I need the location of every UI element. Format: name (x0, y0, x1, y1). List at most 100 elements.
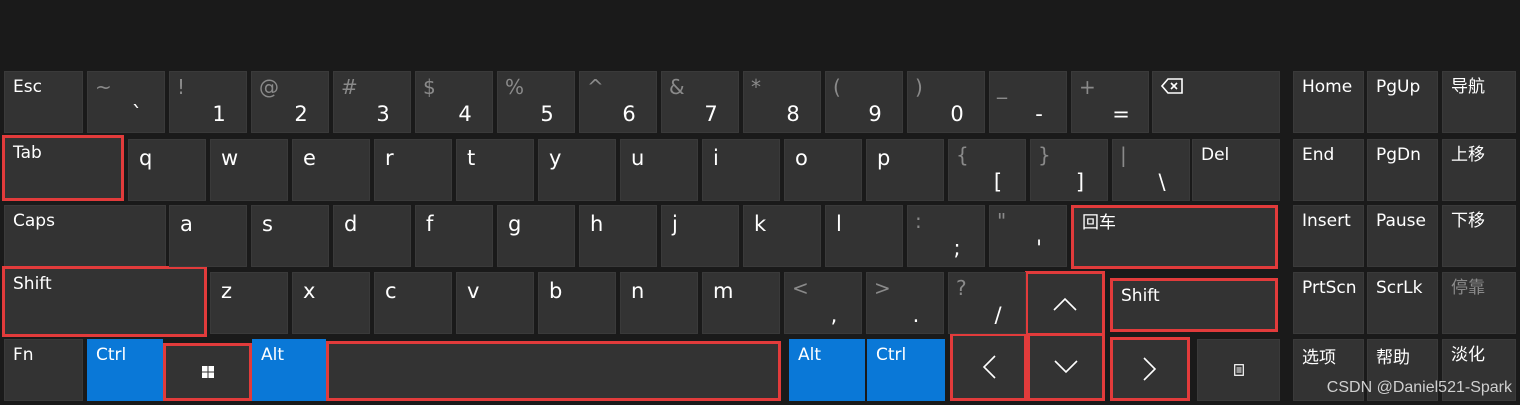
number-row-key[interactable]: _ - (989, 71, 1067, 133)
letter-key-l[interactable]: l (825, 205, 903, 267)
pause-key[interactable]: Pause (1367, 205, 1438, 267)
arrow-up-key[interactable] (1025, 271, 1105, 337)
letter-key-j[interactable]: j (661, 205, 739, 267)
arrow-left-glyph (953, 355, 1024, 379)
letter-key-c[interactable]: c (374, 272, 452, 334)
punctuation-key[interactable]: :; (907, 205, 985, 267)
key-shift-symbol: + (1079, 75, 1096, 99)
number-row-key[interactable]: ^ 6 (579, 71, 657, 133)
right-alt-key[interactable]: Alt (789, 339, 865, 401)
arrow-down-key[interactable] (1027, 333, 1105, 401)
scrlk-key[interactable]: ScrLk (1367, 272, 1438, 334)
tab-key-label: Tab (13, 143, 42, 163)
pgup-key-label: PgUp (1376, 77, 1421, 97)
nav-key[interactable]: 导航 (1442, 71, 1516, 133)
number-row-key[interactable]: + = (1071, 71, 1149, 133)
punctuation-key[interactable]: {[ (948, 139, 1026, 201)
insert-key[interactable]: Insert (1293, 205, 1364, 267)
letter-key-y[interactable]: y (538, 139, 616, 201)
windows-key[interactable] (163, 343, 252, 401)
punctuation-key[interactable]: }] (1030, 139, 1108, 201)
number-row-key[interactable]: @2 (251, 71, 329, 133)
letter-key-u[interactable]: u (620, 139, 698, 201)
key-letter: c (385, 279, 397, 303)
number-row-key[interactable]: ! 1 (169, 71, 247, 133)
key-shift-symbol: _ (997, 75, 1007, 99)
move-down-key[interactable]: 下移 (1442, 205, 1516, 267)
fn-key[interactable]: Fn (4, 339, 83, 401)
number-row-key[interactable]: ) 0 (907, 71, 985, 133)
number-row-key[interactable]: ~ ` (87, 71, 165, 133)
key-main-symbol: \ (1158, 170, 1166, 194)
left-ctrl-key[interactable]: Ctrl (87, 339, 163, 401)
key-letter: e (303, 146, 316, 170)
arrow-left-key[interactable] (950, 333, 1027, 401)
arrow-right-icon (1143, 357, 1157, 381)
letter-key-a[interactable]: a (169, 205, 247, 267)
letter-key-w[interactable]: w (210, 139, 288, 201)
move-up-key[interactable]: 上移 (1442, 139, 1516, 201)
letter-key-h[interactable]: h (579, 205, 657, 267)
esc-key[interactable]: Esc (4, 71, 83, 133)
key-letter: k (754, 212, 767, 236)
right-ctrl-key[interactable]: Ctrl (867, 339, 945, 401)
key-shift-symbol: @ (259, 75, 279, 99)
left-shift-key[interactable]: Shift (2, 266, 207, 337)
letter-key-f[interactable]: f (415, 205, 493, 267)
number-row-key[interactable]: % 5 (497, 71, 575, 133)
letter-key-x[interactable]: x (292, 272, 370, 334)
letter-key-v[interactable]: v (456, 272, 534, 334)
caps-key[interactable]: Caps (4, 205, 166, 267)
context-menu-icon (1233, 364, 1244, 376)
home-key[interactable]: Home (1293, 71, 1364, 133)
key-main-symbol: ; (953, 236, 961, 260)
backspace-key[interactable] (1152, 71, 1280, 133)
enter-key[interactable]: 回车 (1071, 205, 1278, 269)
letter-key-m[interactable]: m (702, 272, 780, 334)
del-key[interactable]: Del (1192, 139, 1280, 201)
punctuation-key[interactable]: | \ (1112, 139, 1190, 201)
letter-key-e[interactable]: e (292, 139, 370, 201)
key-main-symbol: [ (993, 170, 1003, 194)
punctuation-key[interactable]: >. (866, 272, 944, 334)
right-shift-key[interactable]: Shift (1110, 278, 1278, 332)
spacebar-key[interactable] (326, 341, 781, 401)
number-row-key[interactable]: #3 (333, 71, 411, 133)
prtscn-key[interactable]: PrtScn (1293, 272, 1364, 334)
letter-key-n[interactable]: n (620, 272, 698, 334)
key-letter: o (795, 146, 808, 170)
letter-key-i[interactable]: i (702, 139, 780, 201)
number-row-key[interactable]: * 8 (743, 71, 821, 133)
letter-key-b[interactable]: b (538, 272, 616, 334)
punctuation-key[interactable]: " ' (989, 205, 1067, 267)
backspace-icon (1161, 78, 1183, 94)
letter-key-z[interactable]: z (210, 272, 288, 334)
key-letter: i (713, 146, 719, 170)
key-shift-symbol: # (341, 75, 358, 99)
dock-key[interactable]: 停靠 (1442, 272, 1516, 334)
on-screen-keyboard: { "keyboard": { "row1": { "esc": "Esc", … (0, 0, 1520, 405)
number-row-key[interactable]: (9 (825, 71, 903, 133)
key-main-symbol: ] (1075, 170, 1085, 194)
key-shift-symbol: ! (177, 75, 186, 99)
end-key[interactable]: End (1293, 139, 1364, 201)
letter-key-t[interactable]: t (456, 139, 534, 201)
punctuation-key[interactable]: <, (784, 272, 862, 334)
number-row-key[interactable]: $4 (415, 71, 493, 133)
letter-key-o[interactable]: o (784, 139, 862, 201)
letter-key-p[interactable]: p (866, 139, 944, 201)
menu-key[interactable] (1197, 339, 1280, 401)
letter-key-s[interactable]: s (251, 205, 329, 267)
number-row-key[interactable]: & 7 (661, 71, 739, 133)
tab-key[interactable]: Tab (2, 135, 124, 201)
left-alt-key[interactable]: Alt (252, 339, 326, 401)
pgdn-key[interactable]: PgDn (1367, 139, 1438, 201)
letter-key-d[interactable]: d (333, 205, 411, 267)
arrow-right-key[interactable] (1110, 337, 1190, 401)
letter-key-g[interactable]: g (497, 205, 575, 267)
letter-key-q[interactable]: q (128, 139, 206, 201)
punctuation-key[interactable]: ? / (948, 272, 1026, 334)
letter-key-r[interactable]: r (374, 139, 452, 201)
pgup-key[interactable]: PgUp (1367, 71, 1438, 133)
letter-key-k[interactable]: k (743, 205, 821, 267)
